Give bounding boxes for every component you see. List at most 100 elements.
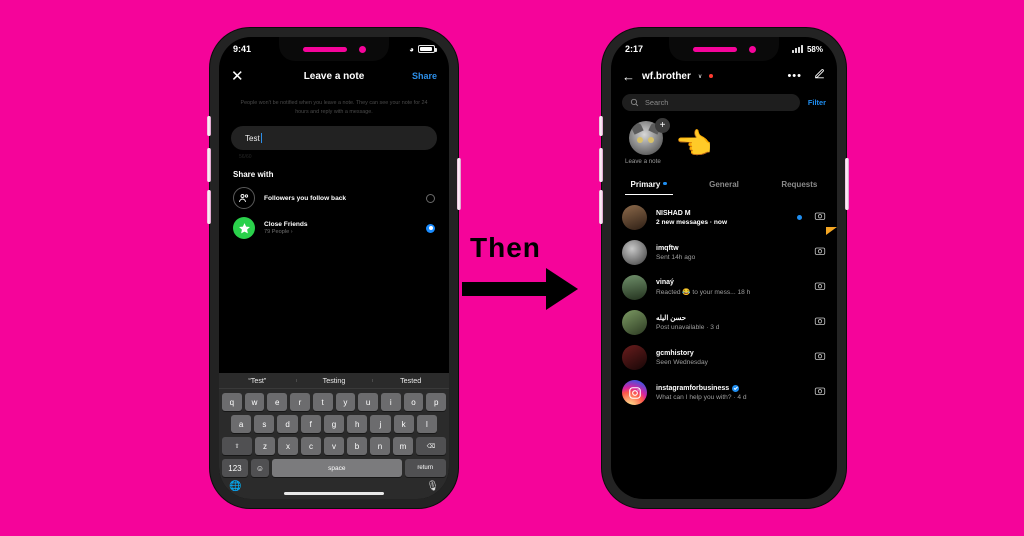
- avatar[interactable]: [622, 240, 647, 265]
- backspace-key[interactable]: ⌫: [416, 437, 446, 455]
- tab-general[interactable]: General: [686, 176, 761, 195]
- key-b[interactable]: b: [347, 437, 367, 455]
- key-l[interactable]: l: [416, 415, 437, 433]
- key-m[interactable]: m: [393, 437, 413, 455]
- back-arrow-icon[interactable]: ←: [622, 70, 635, 83]
- account-username[interactable]: wf.brother: [642, 71, 691, 82]
- camera-icon[interactable]: [814, 244, 826, 262]
- key-t[interactable]: t: [312, 393, 333, 411]
- tab-requests[interactable]: Requests: [762, 176, 837, 195]
- search-input[interactable]: Search: [622, 94, 800, 111]
- text-caret: [260, 133, 262, 144]
- tab-primary[interactable]: Primary: [611, 176, 686, 195]
- key-j[interactable]: j: [370, 415, 391, 433]
- share-option-label: Close Friends: [264, 221, 308, 229]
- globe-icon[interactable]: 🌐: [229, 481, 241, 492]
- key-w[interactable]: w: [244, 393, 265, 411]
- volume-up-button[interactable]: [207, 148, 211, 182]
- camera-icon[interactable]: [814, 314, 826, 332]
- table-row[interactable]: imqftw Sent 14h ago: [611, 227, 837, 270]
- conversation-preview: Reacted 😂 to your mess... 18 h: [656, 289, 751, 296]
- note-input[interactable]: Test: [231, 126, 437, 151]
- key-x[interactable]: x: [278, 437, 298, 455]
- suggestion-1[interactable]: Testing: [295, 376, 373, 385]
- numbers-key[interactable]: 123: [222, 459, 248, 477]
- key-h[interactable]: h: [347, 415, 368, 433]
- key-k[interactable]: k: [393, 415, 414, 433]
- home-indicator[interactable]: [284, 492, 384, 495]
- conversation-list: NISHAD M 2 new messages · now imqftw Sen…: [611, 200, 837, 410]
- share-option-sub[interactable]: 79 People ›: [264, 229, 417, 235]
- avatar[interactable]: [622, 380, 647, 405]
- dm-header: ← wf.brother ∨ •••: [611, 61, 837, 91]
- key-n[interactable]: n: [370, 437, 390, 455]
- table-row[interactable]: حسن اليله Post unavailable · 3 d: [611, 305, 837, 340]
- chevron-down-icon[interactable]: ∨: [698, 73, 702, 80]
- key-a[interactable]: a: [231, 415, 252, 433]
- key-s[interactable]: s: [254, 415, 275, 433]
- camera-icon[interactable]: [814, 384, 826, 402]
- share-option-close-friends[interactable]: Close Friends 79 People ›: [233, 217, 435, 240]
- left-phone-screen: 9:41 ◕ ✕ Leave a note Share People won't…: [219, 37, 449, 499]
- star-icon: [233, 217, 255, 240]
- avatar[interactable]: [622, 345, 647, 370]
- close-icon[interactable]: ✕: [231, 69, 244, 84]
- radio-close-friends[interactable]: [426, 223, 435, 233]
- add-note-button[interactable]: +: [655, 118, 670, 133]
- table-row[interactable]: gcmhistory Seen Wednesday: [611, 340, 837, 375]
- key-p[interactable]: p: [426, 393, 447, 411]
- right-status-bar: 2:17 58%: [611, 37, 837, 61]
- battery-icon: [418, 45, 437, 53]
- wifi-icon: ◕: [409, 44, 414, 54]
- key-d[interactable]: d: [277, 415, 298, 433]
- volume-down-button[interactable]: [599, 190, 603, 224]
- key-o[interactable]: o: [403, 393, 424, 411]
- key-v[interactable]: v: [324, 437, 344, 455]
- microphone-icon[interactable]: 🎙: [426, 481, 439, 492]
- table-row[interactable]: vinaý Reacted 😂 to your mess... 18 h: [611, 270, 837, 305]
- share-button[interactable]: Share: [412, 71, 437, 81]
- key-u[interactable]: u: [358, 393, 378, 411]
- table-row[interactable]: instagramforbusiness What can I help you…: [611, 375, 837, 410]
- mute-switch[interactable]: [207, 116, 211, 136]
- emoji-key[interactable]: ☺: [250, 459, 270, 477]
- battery-percent: 58%: [806, 44, 823, 54]
- keyboard-row-1: q w e r t y u i o p: [219, 393, 449, 411]
- power-button[interactable]: [845, 158, 849, 210]
- avatar[interactable]: [622, 275, 647, 300]
- key-i[interactable]: i: [380, 393, 401, 411]
- radio-followers[interactable]: [426, 193, 435, 203]
- filter-button[interactable]: Filter: [808, 98, 826, 107]
- mute-switch[interactable]: [599, 116, 603, 136]
- key-f[interactable]: f: [300, 415, 321, 433]
- suggestion-2[interactable]: Tested: [372, 376, 449, 385]
- key-r[interactable]: r: [290, 393, 310, 411]
- suggestion-0[interactable]: “Test”: [219, 376, 296, 385]
- volume-down-button[interactable]: [207, 190, 211, 224]
- return-key[interactable]: return: [404, 459, 446, 477]
- key-g[interactable]: g: [323, 415, 345, 433]
- power-button[interactable]: [457, 158, 461, 210]
- key-z[interactable]: z: [255, 437, 275, 455]
- avatar[interactable]: [622, 205, 647, 230]
- table-row[interactable]: NISHAD M 2 new messages · now: [611, 200, 837, 235]
- avatar[interactable]: [622, 310, 647, 335]
- shift-key[interactable]: ⇧: [222, 437, 252, 455]
- space-key[interactable]: space: [272, 459, 402, 477]
- key-q[interactable]: q: [221, 393, 242, 411]
- status-time: 2:17: [625, 44, 644, 54]
- compose-icon[interactable]: [813, 67, 826, 85]
- more-options-icon[interactable]: •••: [787, 71, 802, 81]
- conversation-name: حسن اليله: [656, 315, 687, 322]
- key-e[interactable]: e: [267, 393, 288, 411]
- dm-tabs: Primary General Requests: [611, 176, 837, 195]
- camera-icon[interactable]: [814, 279, 826, 297]
- key-c[interactable]: c: [301, 437, 321, 455]
- volume-up-button[interactable]: [599, 148, 603, 182]
- camera-icon[interactable]: [814, 349, 826, 367]
- key-y[interactable]: y: [335, 393, 356, 411]
- share-option-label: Followers you follow back: [264, 194, 347, 202]
- share-option-followers[interactable]: Followers you follow back: [233, 187, 435, 210]
- camera-icon[interactable]: [814, 209, 826, 227]
- conversation-preview: What can I help you with? · 4 d: [656, 393, 747, 401]
